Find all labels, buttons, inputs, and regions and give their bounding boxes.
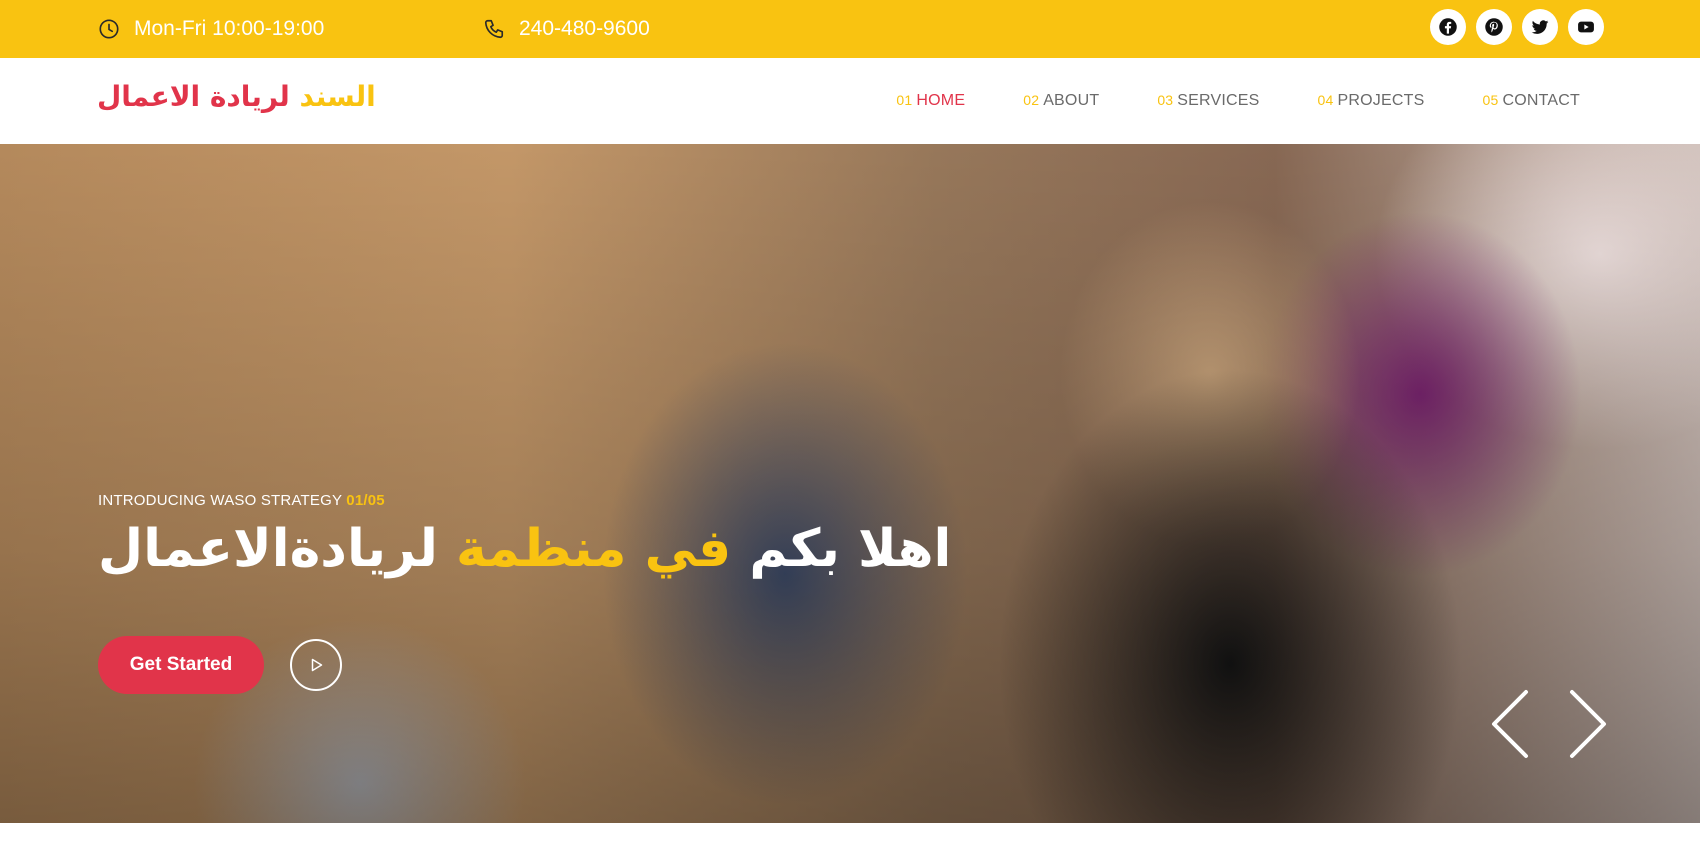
hero-actions: Get Started [98, 636, 342, 694]
chevron-left-icon [1492, 690, 1528, 758]
hero-title-end: لريادةالاعمال [98, 519, 438, 579]
get-started-button[interactable]: Get Started [98, 636, 264, 694]
clock-icon [99, 19, 119, 39]
business-hours: Mon-Fri 10:00-19:00 [98, 0, 324, 58]
nav-label: HOME [916, 92, 966, 109]
hero-slider: INTRODUCING WASO STRATEGY 01/05 اهلا بكم… [0, 144, 1700, 823]
slider-arrows [1488, 688, 1610, 760]
hero-title-highlight: في منظمة [456, 519, 732, 579]
twitter-icon [1531, 20, 1549, 34]
next-slide-button[interactable] [1566, 688, 1610, 760]
hero-title: اهلا بكم في منظمة لريادةالاعمال [98, 517, 951, 581]
hero-title-start: اهلا بكم [749, 519, 952, 579]
social-links [1430, 9, 1604, 45]
intro-text: INTRODUCING WASO STRATEGY [98, 492, 342, 509]
hours-text: Mon-Fri 10:00-19:00 [134, 17, 325, 40]
nav-item-services[interactable]: 03 SERVICES [1157, 92, 1259, 110]
nav-item-home[interactable]: 01 HOME [896, 92, 965, 110]
hero-intro: INTRODUCING WASO STRATEGY 01/05 [98, 492, 951, 509]
logo-part-2: لريادة الاعمال [97, 80, 290, 113]
pinterest-link[interactable] [1476, 9, 1512, 45]
site-logo[interactable]: السند لريادة الاعمال [97, 80, 376, 113]
nav-item-projects[interactable]: 04 PROJECTS [1318, 92, 1425, 110]
facebook-link[interactable] [1430, 9, 1466, 45]
nav-item-about[interactable]: 02 ABOUT [1023, 92, 1099, 110]
twitter-link[interactable] [1522, 9, 1558, 45]
nav-item-contact[interactable]: 05 CONTACT [1482, 92, 1580, 110]
nav-number: 03 [1157, 92, 1174, 108]
top-bar: Mon-Fri 10:00-19:00 240-480-9600 [0, 0, 1700, 58]
hero-content: INTRODUCING WASO STRATEGY 01/05 اهلا بكم… [98, 492, 951, 581]
nav-label: PROJECTS [1337, 92, 1425, 109]
pinterest-icon [1485, 18, 1503, 36]
logo-part-1: السند [299, 80, 376, 113]
slide-counter: 01/05 [346, 492, 385, 509]
prev-slide-button[interactable] [1488, 688, 1532, 760]
phone-info[interactable]: 240-480-9600 [483, 0, 650, 58]
play-video-button[interactable] [290, 639, 342, 691]
nav-number: 04 [1317, 92, 1334, 108]
nav-number: 02 [1023, 92, 1040, 108]
youtube-icon [1578, 21, 1594, 33]
nav-number: 05 [1482, 92, 1499, 108]
nav-label: ABOUT [1043, 92, 1100, 109]
play-icon [311, 658, 323, 672]
nav-number: 01 [896, 92, 913, 108]
youtube-link[interactable] [1568, 9, 1604, 45]
site-header: السند لريادة الاعمال 01 HOME 02 ABOUT 03… [0, 58, 1700, 144]
phone-number[interactable]: 240-480-9600 [519, 17, 650, 41]
chevron-right-icon [1570, 690, 1606, 758]
nav-label: CONTACT [1502, 92, 1580, 109]
nav-label: SERVICES [1177, 92, 1260, 109]
main-nav: 01 HOME 02 ABOUT 03 SERVICES 04 PROJECTS… [838, 58, 1580, 144]
phone-icon [484, 19, 504, 39]
facebook-icon [1439, 18, 1457, 36]
